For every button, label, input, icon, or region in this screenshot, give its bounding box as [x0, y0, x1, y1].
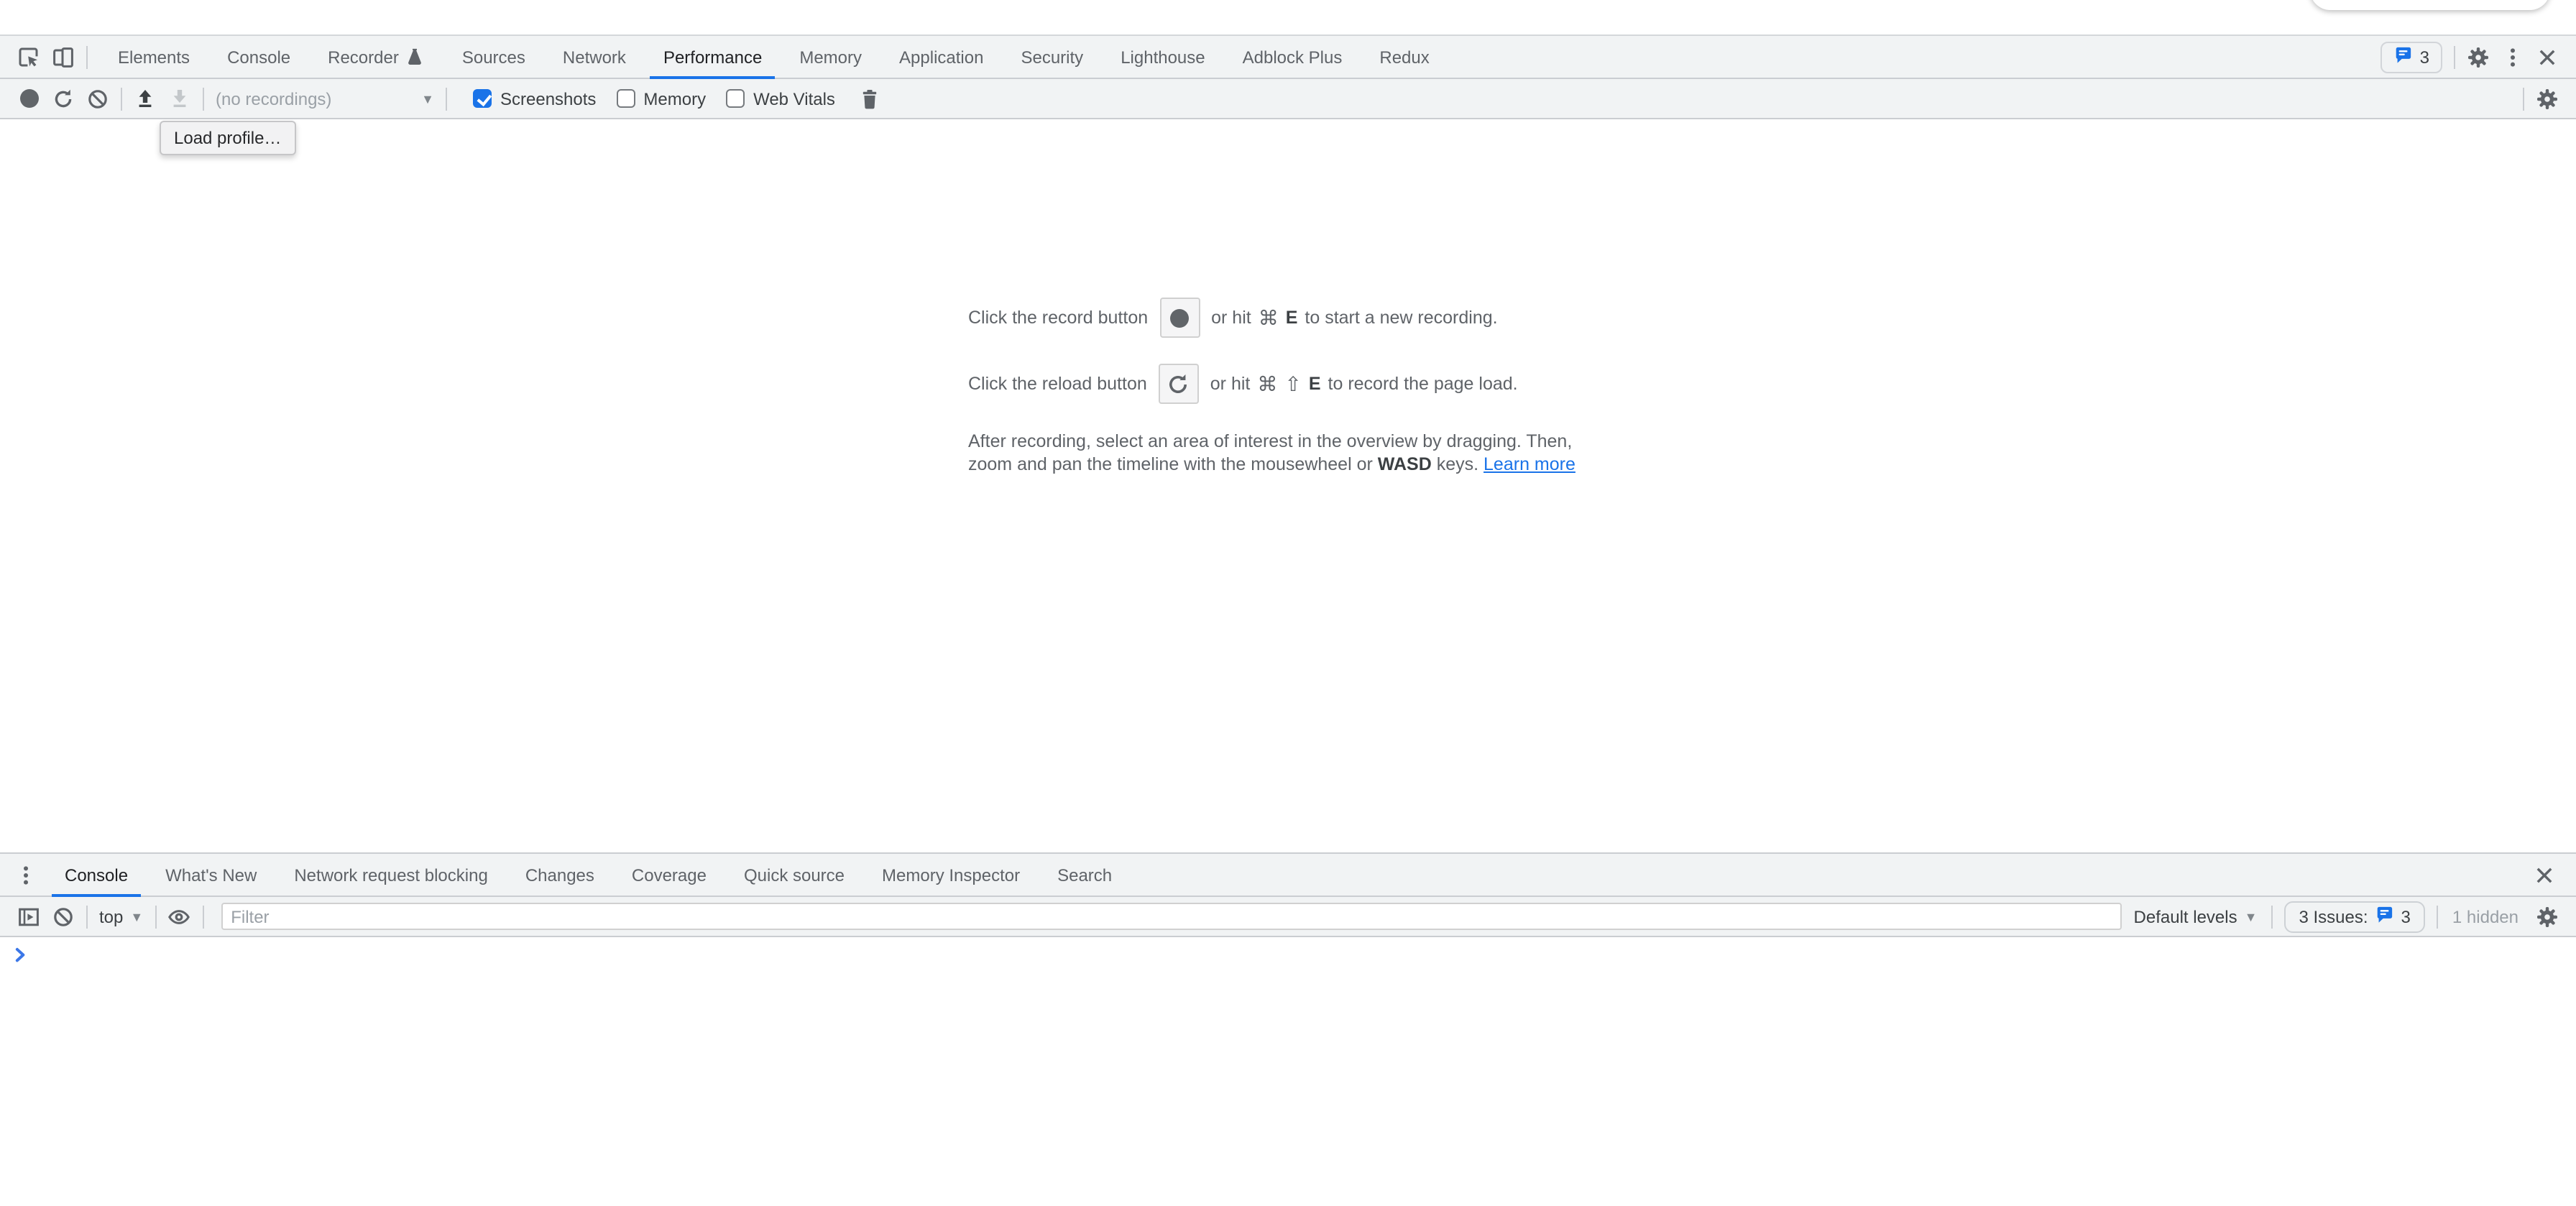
recordings-dropdown[interactable]: (no recordings) ▼ [216, 88, 434, 109]
reload-instruction-row: Click the reload button or hit ⌘ ⇧ E to … [968, 364, 1608, 404]
separator [121, 87, 122, 110]
record-button-illustration [1159, 298, 1200, 338]
after-recording-paragraph: After recording, select an area of inter… [968, 430, 1608, 476]
tab-memory[interactable]: Memory [781, 36, 880, 78]
drawer-tab-memory-inspector[interactable]: Memory Inspector [863, 854, 1039, 896]
tab-network[interactable]: Network [544, 36, 645, 78]
console-messages-area[interactable] [0, 937, 2576, 1206]
separator [2523, 87, 2524, 110]
landing-instructions: Click the record button or hit ⌘ E to st… [968, 119, 1608, 476]
drawer-tab-network-request-blocking[interactable]: Network request blocking [275, 854, 506, 896]
console-toolbar: top ▼ Default levels ▼ 3 Issues: [0, 897, 2576, 937]
settings-gear-icon[interactable] [2461, 40, 2496, 74]
record-button[interactable] [12, 81, 46, 116]
inspect-element-icon[interactable] [12, 40, 46, 74]
tab-console[interactable]: Console [208, 36, 309, 78]
tab-adblock-plus[interactable]: Adblock Plus [1224, 36, 1361, 78]
close-devtools-icon[interactable] [2530, 40, 2564, 74]
load-profile-icon[interactable] [128, 81, 162, 116]
performance-panel-body: Click the record button or hit ⌘ E to st… [0, 119, 2576, 852]
tab-elements[interactable]: Elements [99, 36, 208, 78]
tab-sources[interactable]: Sources [443, 36, 544, 78]
separator [86, 905, 88, 928]
drawer-tabs: Console What's New Network request block… [46, 854, 1131, 896]
browser-popup-bubble-edge [2310, 0, 2550, 10]
console-settings-gear-icon[interactable] [2530, 899, 2564, 934]
devtools-tabbar: Elements Console Recorder Sources Networ… [0, 34, 2576, 79]
tabbar-right-controls: 3 [2381, 36, 2576, 78]
console-filter-input[interactable] [221, 903, 2122, 930]
console-prompt-chevron-icon [13, 947, 29, 967]
javascript-context-dropdown[interactable]: top ▼ [99, 906, 143, 926]
message-bubble-icon [2375, 905, 2394, 928]
issues-button[interactable]: 3 Issues: 3 [2284, 901, 2424, 932]
checkbox-unchecked-icon[interactable] [616, 89, 635, 108]
message-bubble-icon [2394, 45, 2413, 68]
learn-more-link[interactable]: Learn more [1484, 454, 1576, 474]
separator [202, 905, 203, 928]
separator [2454, 45, 2455, 68]
separator [86, 45, 88, 68]
shift-key-glyph: ⇧ [1284, 372, 1301, 396]
save-profile-icon[interactable] [162, 81, 197, 116]
separator [2271, 905, 2273, 928]
memory-checkbox[interactable]: Memory [616, 88, 706, 109]
load-profile-tooltip: Load profile… [160, 121, 295, 155]
separator [203, 87, 204, 110]
tab-security[interactable]: Security [1002, 36, 1102, 78]
checkbox-unchecked-icon[interactable] [726, 89, 745, 108]
tabbar-left-icons [0, 36, 99, 78]
drawer-tabbar: Console What's New Network request block… [0, 852, 2576, 897]
issues-badge[interactable]: 3 [2381, 41, 2442, 73]
device-toolbar-icon[interactable] [46, 40, 80, 74]
cmd-key-glyph: ⌘ [1259, 305, 1279, 330]
hidden-messages-count: 1 hidden [2452, 906, 2518, 926]
drawer-tab-whats-new[interactable]: What's New [147, 854, 275, 896]
separator [155, 905, 156, 928]
record-instruction-row: Click the record button or hit ⌘ E to st… [968, 298, 1608, 338]
main-tabs: Elements Console Recorder Sources Networ… [99, 36, 1448, 78]
screenshots-checkbox[interactable]: Screenshots [473, 88, 596, 109]
cmd-key-glyph: ⌘ [1257, 372, 1277, 396]
drawer-tab-quick-source[interactable]: Quick source [725, 854, 863, 896]
tab-redux[interactable]: Redux [1361, 36, 1448, 78]
reload-button-illustration [1159, 364, 1199, 404]
drawer-tab-console[interactable]: Console [46, 854, 147, 896]
close-drawer-icon[interactable] [2527, 857, 2562, 892]
web-vitals-checkbox[interactable]: Web Vitals [726, 88, 835, 109]
create-live-expression-eye-icon[interactable] [162, 899, 196, 934]
capture-settings-gear-icon[interactable] [2530, 81, 2564, 116]
issues-count: 3 [2401, 906, 2411, 926]
drawer-tab-search[interactable]: Search [1039, 854, 1131, 896]
log-levels-dropdown[interactable]: Default levels ▼ [2134, 906, 2258, 926]
chevron-down-icon: ▼ [421, 91, 434, 106]
reload-and-record-button[interactable] [46, 81, 80, 116]
trash-icon[interactable] [852, 81, 887, 116]
tab-performance[interactable]: Performance [645, 36, 781, 78]
experiment-flask-icon [406, 47, 425, 66]
tab-lighthouse[interactable]: Lighthouse [1102, 36, 1223, 78]
separator [2437, 905, 2438, 928]
tab-application[interactable]: Application [880, 36, 1002, 78]
chevron-down-icon: ▼ [130, 909, 143, 924]
drawer-tab-changes[interactable]: Changes [507, 854, 613, 896]
devtools-window: Elements Console Recorder Sources Networ… [0, 0, 2576, 1206]
issues-badge-count: 3 [2420, 47, 2429, 67]
console-sidebar-icon[interactable] [12, 899, 46, 934]
clear-recordings-icon[interactable] [80, 81, 115, 116]
separator [446, 87, 447, 110]
clear-console-icon[interactable] [46, 899, 80, 934]
performance-toolbar: (no recordings) ▼ Screenshots Memory Web… [0, 79, 2576, 119]
checkbox-checked-icon[interactable] [473, 89, 492, 108]
drawer-more-tools-icon[interactable] [9, 857, 43, 892]
browser-strip [0, 0, 2576, 34]
drawer-tab-coverage[interactable]: Coverage [613, 854, 725, 896]
tab-recorder[interactable]: Recorder [309, 36, 443, 78]
more-options-icon[interactable] [2496, 40, 2530, 74]
chevron-down-icon: ▼ [2245, 909, 2258, 924]
